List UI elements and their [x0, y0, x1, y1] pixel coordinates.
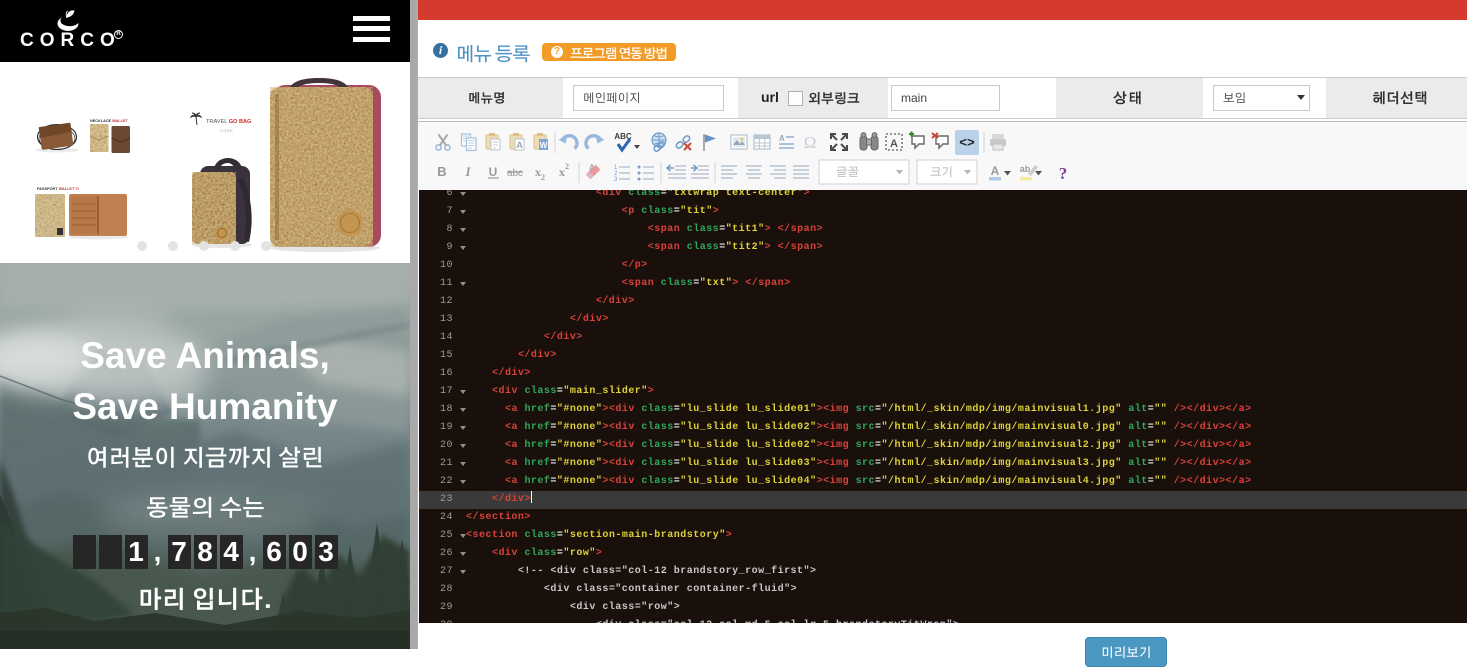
svg-text:?: ? — [1059, 164, 1068, 183]
svg-text:W: W — [540, 141, 548, 150]
svg-text:A: A — [779, 134, 785, 143]
svg-text:A: A — [516, 140, 523, 150]
svg-text:A: A — [589, 163, 595, 172]
svg-text:A: A — [890, 138, 898, 150]
svg-text:Ω: Ω — [804, 133, 817, 152]
svg-text:ab: ab — [1020, 164, 1031, 174]
svg-text:B: B — [437, 164, 446, 179]
svg-text:CORK: CORK — [220, 129, 234, 133]
svg-text:A: A — [991, 164, 1000, 178]
svg-text:2: 2 — [541, 173, 545, 182]
svg-text:U: U — [489, 165, 498, 179]
svg-text:<>: <> — [959, 136, 975, 151]
svg-text:NECKLACE WALLET: NECKLACE WALLET — [90, 119, 128, 123]
svg-text:TRAVEL GO BAG: TRAVEL GO BAG — [206, 119, 251, 125]
svg-text:I: I — [464, 164, 471, 179]
svg-text:2: 2 — [565, 162, 569, 171]
svg-text:abc: abc — [507, 168, 523, 179]
svg-text:3: 3 — [614, 177, 618, 183]
svg-text:PASSPORT WALLET 7t: PASSPORT WALLET 7t — [37, 187, 79, 191]
